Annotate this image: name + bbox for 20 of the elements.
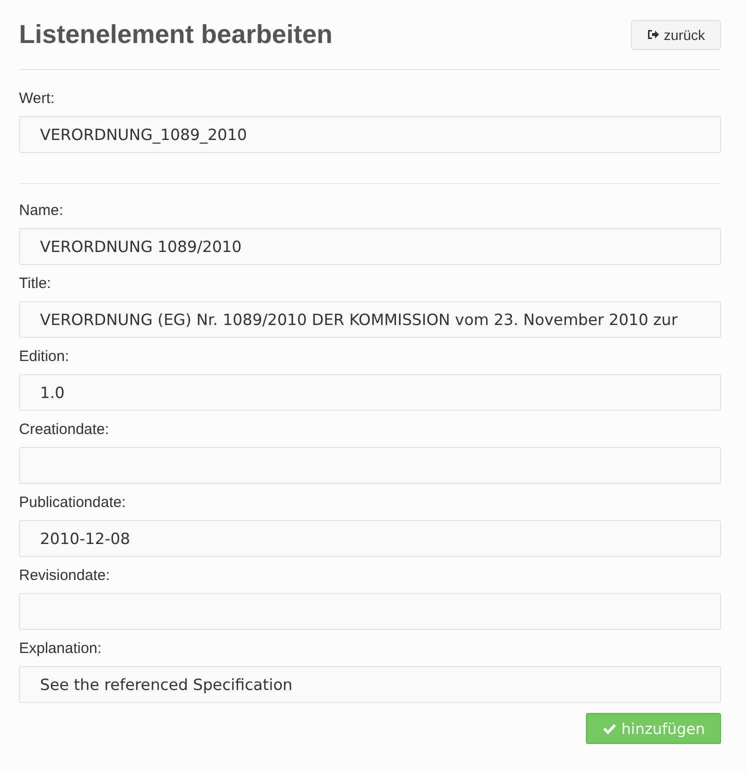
field-label: Explanation: — [19, 640, 103, 658]
check-icon — [602, 722, 616, 734]
input-field[interactable]: 1.0 — [19, 374, 721, 411]
input-field[interactable]: VERORDNUNG_1089_2010 — [19, 116, 721, 153]
field-label: Wert: — [19, 90, 56, 108]
field-label: Creationdate: — [19, 421, 110, 439]
input-field[interactable]: VERORDNUNG (EG) Nr. 1089/2010 DER KOMMISSION vom 23. November 2010 zur — [19, 301, 721, 338]
exit-icon — [646, 29, 659, 40]
input-field[interactable] — [19, 593, 721, 630]
input-field[interactable]: 2010-12-08 — [19, 520, 721, 557]
field-label: Edition: — [19, 348, 70, 366]
field-label: Title: — [19, 275, 52, 293]
input-field[interactable] — [19, 447, 721, 484]
field-label: Publicationdate: — [19, 494, 127, 512]
input-field[interactable]: See the referenced Specification — [19, 666, 721, 703]
field-label: Name: — [19, 202, 64, 220]
field-label: Revisiondate: — [19, 567, 111, 585]
input-field[interactable]: VERORDNUNG 1089/2010 — [19, 228, 721, 265]
page-title: Listenelement bearbeiten — [19, 19, 333, 50]
back-button[interactable]: zurück — [630, 20, 721, 50]
